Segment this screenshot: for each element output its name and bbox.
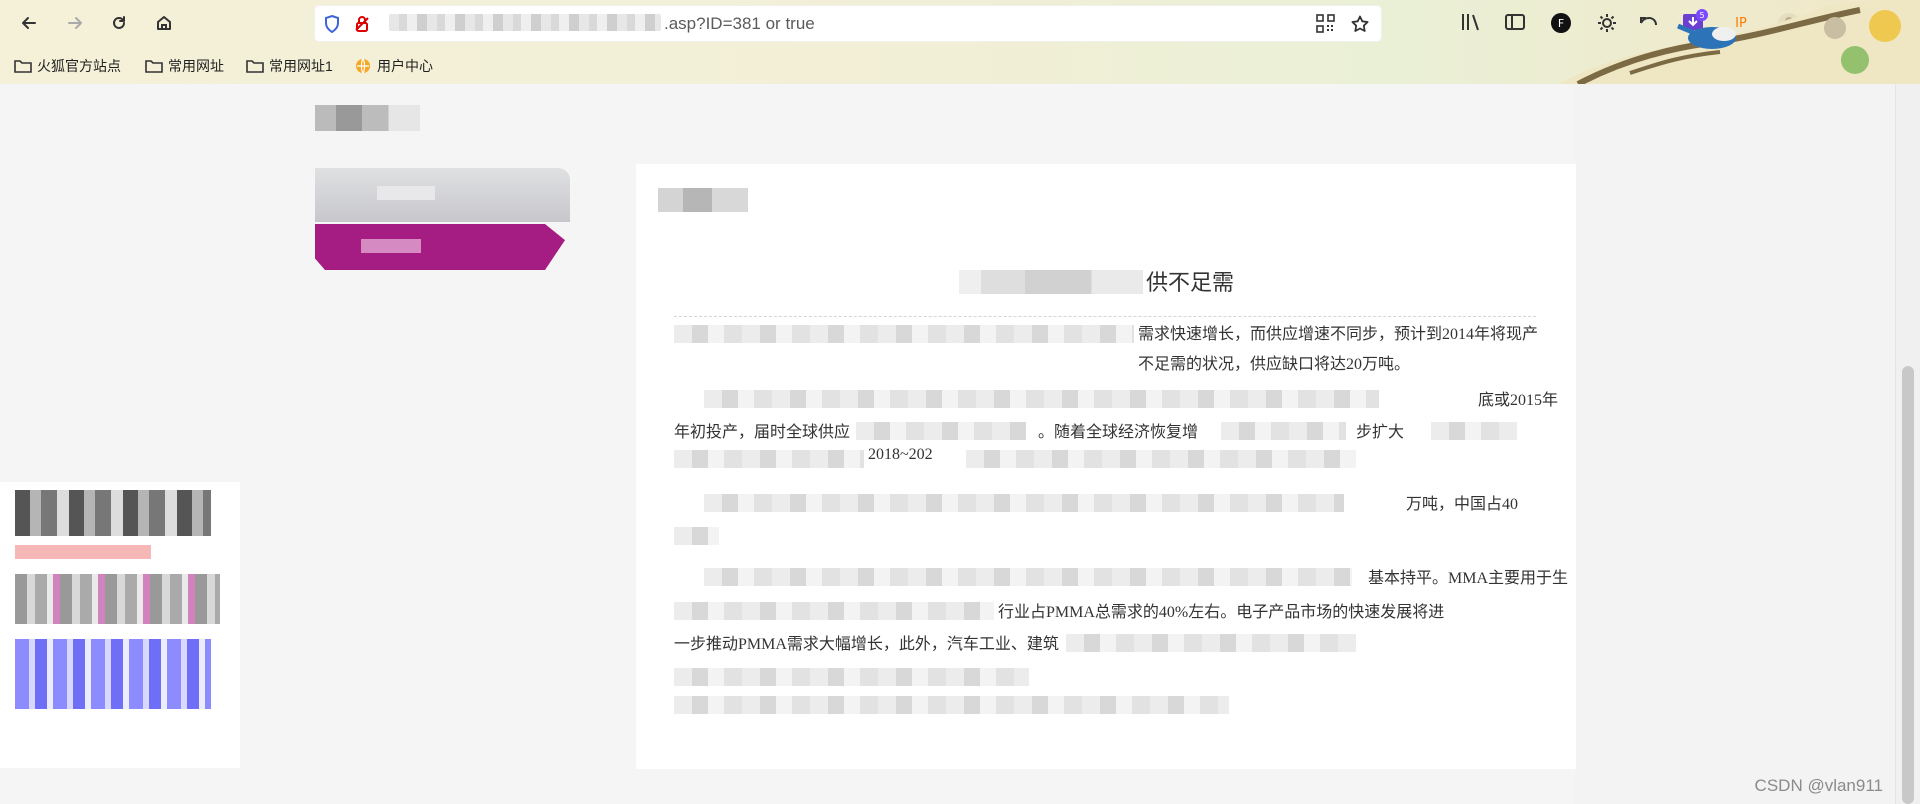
site-logo-redacted	[315, 105, 420, 131]
paragraph-3-redaction-2	[674, 527, 719, 545]
page-scrollbar[interactable]	[1895, 84, 1920, 804]
side-nav-active-item[interactable]	[315, 224, 565, 270]
paragraph-2-line-2-middle: 。随着全球经济恢复增	[1038, 424, 1199, 441]
bookmarks-toolbar: 火狐官方站点 常用网址 常用网址1 用户中心 其他书签 移动设备上的书签	[0, 52, 1920, 79]
article-title-redaction	[959, 270, 1143, 294]
paragraph-3-end: 万吨，中国占40	[1406, 496, 1519, 513]
extension-badge-count: 5	[1699, 11, 1704, 20]
title-divider	[674, 316, 1536, 317]
article-title-fragment: 供不足需	[1146, 270, 1235, 295]
scrollbar-thumb[interactable]	[1902, 366, 1914, 804]
bookmark-item[interactable]: 常用网址1	[246, 55, 333, 77]
csdn-watermark: CSDN @vlan911	[1754, 776, 1883, 795]
extension-gear-icon[interactable]	[1596, 12, 1618, 34]
paragraph-2-redaction-3	[1221, 422, 1346, 440]
widget-text-redaction	[15, 574, 220, 624]
bookmark-item[interactable]: 用户中心	[354, 55, 433, 77]
paragraph-2-redaction	[704, 390, 1379, 408]
folder-icon	[145, 58, 163, 74]
address-bar[interactable]: .asp?ID=381 or true	[314, 5, 1382, 42]
paragraph-4-end: 基本持平。MMA主要用于生	[1368, 570, 1569, 587]
widget-image-redaction	[15, 639, 211, 709]
left-floating-widget	[0, 482, 240, 768]
extension-bird-icon[interactable]	[1822, 10, 1852, 38]
paragraph-2-line-2-end: 步扩大	[1356, 424, 1405, 441]
bookmark-item[interactable]: 火狐官方站点	[14, 55, 121, 77]
folder-icon	[1666, 58, 1684, 74]
side-nav-active-label-redacted	[361, 239, 421, 253]
lock-warning-icon[interactable]	[352, 14, 372, 34]
back-arrow-icon	[22, 17, 36, 29]
paragraph-2-line-3: 2018~202	[868, 446, 933, 463]
paragraph-2-fragment: 底或2015年	[1478, 392, 1559, 409]
widget-heading-redaction	[15, 490, 211, 536]
bookmark-label: 常用网址1	[269, 58, 333, 74]
paragraph-redaction	[674, 325, 1134, 343]
paragraph-2-redaction-5	[674, 450, 864, 468]
bookmark-item[interactable]: 常用网址	[145, 55, 224, 77]
home-button[interactable]	[149, 8, 179, 38]
svg-text:F: F	[1558, 17, 1564, 30]
sidebar-icon[interactable]	[1504, 12, 1526, 32]
side-navigation	[315, 168, 590, 271]
ip-extension-icon[interactable]: IP	[1726, 11, 1756, 35]
widget-accent-redaction	[15, 545, 151, 559]
bookmark-star-icon[interactable]	[1350, 14, 1370, 34]
shield-icon[interactable]	[322, 14, 342, 34]
svg-text:IP: IP	[1735, 16, 1747, 31]
paragraph-3-redaction	[704, 494, 1344, 512]
paragraph-5-redaction-2	[1066, 634, 1356, 652]
related-link-redaction	[674, 668, 1029, 686]
paragraph-2-redaction-6	[966, 450, 1356, 468]
forward-button[interactable]	[60, 8, 90, 38]
other-bookmarks-label: 其他书签	[1689, 58, 1745, 74]
home-icon	[157, 16, 171, 30]
browser-chrome: .asp?ID=381 or true 火狐官方站点 常用网址 常用网址1 用户…	[0, 0, 1920, 85]
url-text[interactable]: .asp?ID=381 or true	[389, 5, 815, 42]
paragraph-5-redaction	[674, 602, 994, 620]
paragraph-5-line-2: 一步推动PMMA需求大幅增长，此外，汽车工业、建筑	[674, 636, 1059, 653]
paragraph-4-redaction	[704, 568, 1352, 586]
paragraph-2-redaction-2	[856, 422, 1026, 440]
profile-extension-icon[interactable]	[1774, 10, 1804, 38]
mobile-bookmarks[interactable]: 移动设备上的书签	[1766, 55, 1895, 77]
reload-button[interactable]	[104, 8, 134, 38]
bookmark-label: 常用网址	[168, 58, 224, 74]
paragraph-2-redaction-4	[1431, 422, 1517, 440]
side-nav-top-label-redacted	[377, 186, 435, 200]
folder-icon	[246, 58, 264, 74]
bookmark-label: 用户中心	[377, 58, 433, 74]
page-content: 供不足需 需求快速增长，而供应增速不同步，预计到2014年将现产不足需的状况，供…	[0, 84, 1895, 804]
side-nav-top-item[interactable]	[315, 168, 570, 222]
forward-arrow-icon	[68, 17, 82, 29]
toolbar-extensions: F 5 IP	[1460, 8, 1900, 40]
paragraph-1: 需求快速增长，而供应增速不同步，预计到2014年将现产不足需的状况，供应缺口将达…	[1138, 326, 1539, 373]
paragraph-5-line: 行业占PMMA总需求的40%左右。电子产品市场的快速发展将进	[998, 604, 1445, 621]
folder-icon	[14, 58, 32, 74]
globe-icon	[354, 57, 372, 75]
reload-icon	[113, 16, 125, 29]
menu-icon[interactable]	[1870, 13, 1888, 31]
breadcrumb-redacted	[658, 188, 748, 212]
related-link-redaction-2	[674, 696, 1229, 714]
mobile-device-icon	[1766, 57, 1778, 75]
paragraph-2-line-2: 年初投产，届时全球供应	[674, 424, 851, 441]
url-suffix: .asp?ID=381 or true	[664, 14, 815, 33]
other-bookmarks[interactable]: 其他书签	[1666, 55, 1745, 77]
account-icon[interactable]: F	[1549, 11, 1573, 35]
qr-code-icon[interactable]	[1316, 14, 1335, 33]
undo-icon[interactable]	[1638, 12, 1660, 34]
mobile-bookmarks-label: 移动设备上的书签	[1783, 58, 1895, 74]
bookmark-label: 火狐官方站点	[37, 58, 121, 74]
download-extension-icon[interactable]: 5	[1680, 8, 1710, 36]
library-icon[interactable]	[1460, 12, 1482, 32]
url-redaction	[389, 14, 661, 31]
article-card: 供不足需 需求快速增长，而供应增速不同步，预计到2014年将现产不足需的状况，供…	[636, 164, 1576, 769]
back-button[interactable]	[14, 8, 44, 38]
